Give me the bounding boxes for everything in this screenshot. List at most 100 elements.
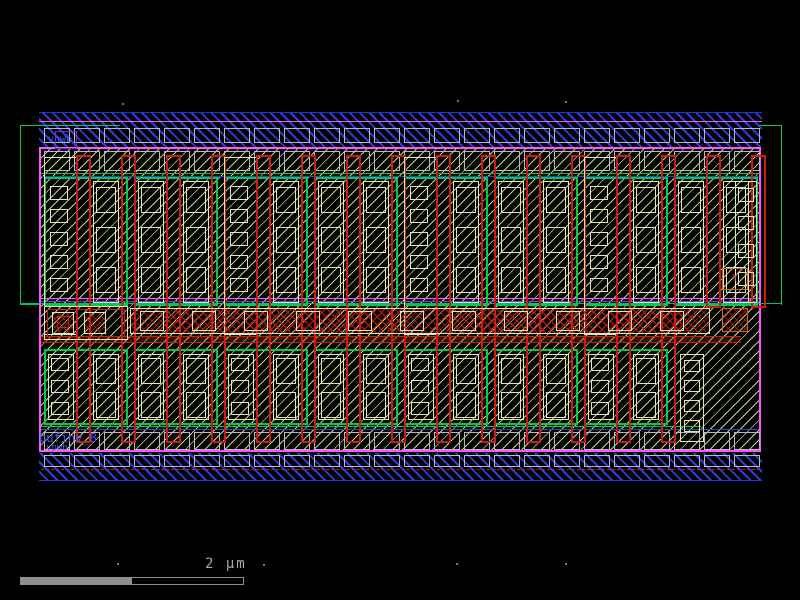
rail-contact-strap (584, 455, 610, 467)
layout-canvas[interactable]: vnwb bufinv_8 vpwb Y 2 µm (0, 0, 800, 600)
contact-via (366, 267, 386, 293)
metal-strap (314, 151, 340, 171)
grid-dot (263, 564, 265, 566)
contact-via (456, 392, 476, 418)
contact-via (276, 267, 296, 293)
contact-via (366, 392, 386, 418)
poly-gate-finger (256, 155, 271, 443)
rail-contact-strap (434, 455, 460, 467)
rail-contact-strap (494, 128, 520, 143)
rail-contact-strap (104, 455, 130, 467)
grid-dot (122, 103, 124, 105)
contact-via (501, 187, 521, 213)
tap-contact (410, 255, 428, 269)
tap-contact (50, 209, 68, 223)
rail-contact-strap (344, 128, 370, 143)
contact-via (186, 227, 206, 253)
mid-via-inner (57, 316, 69, 328)
contact-via (96, 392, 116, 418)
gnd-rail-red-dashed-line (41, 469, 760, 470)
metal-strap (314, 432, 340, 450)
contact-via (276, 227, 296, 253)
contact-via (186, 187, 206, 213)
scale-bar-filled (20, 577, 132, 585)
vdd-rail-magenta-line (39, 121, 762, 122)
metal-strap (704, 432, 730, 450)
scale-bar-label: 2 µm (205, 556, 247, 572)
rail-contact-strap (284, 128, 310, 143)
rail-contact-strap (464, 128, 490, 143)
grid-dot (457, 100, 459, 102)
poly-gate-finger (661, 155, 676, 443)
tap-contact (590, 186, 608, 200)
tap-contact (230, 186, 248, 200)
grid-dot (456, 563, 458, 565)
mid-via (348, 311, 372, 331)
contact-via (186, 358, 206, 384)
rail-contact-strap (734, 128, 760, 143)
contact-via (546, 358, 566, 384)
contact-via (501, 227, 521, 253)
output-port-label: Y (732, 273, 738, 284)
contact-via (96, 187, 116, 213)
tap-contact (738, 244, 754, 258)
contact-via (681, 267, 701, 293)
tap-contact (684, 420, 700, 432)
contact-via (366, 187, 386, 213)
contact-via (366, 358, 386, 384)
contact-via (501, 358, 521, 384)
mid-via (452, 311, 476, 331)
rail-contact-strap (554, 128, 580, 143)
contact-via (366, 227, 386, 253)
rail-contact-strap (524, 455, 550, 467)
contact-via (546, 227, 566, 253)
output-port-via-box (722, 308, 748, 332)
tap-contact (230, 278, 248, 292)
poly-gate-finger (481, 155, 496, 443)
rail-contact-strap (674, 455, 700, 467)
rail-contact-strap (434, 128, 460, 143)
rail-contact-strap (284, 455, 310, 467)
mid-via (140, 311, 164, 331)
rail-contact-strap (674, 128, 700, 143)
tap-contact (50, 255, 68, 269)
mid-via (660, 311, 684, 331)
mid-via (556, 311, 580, 331)
grid-dot (565, 563, 567, 565)
contact-via (546, 392, 566, 418)
contact-via (321, 358, 341, 384)
mid-via (84, 312, 106, 334)
grid-dot (565, 101, 567, 103)
rail-contact-strap (704, 455, 730, 467)
contact-via (321, 227, 341, 253)
contact-via (636, 392, 656, 418)
rail-contact-strap (224, 128, 250, 143)
rail-contact-strap (74, 128, 100, 143)
nwell-outline-top (20, 125, 120, 126)
contact-via (546, 267, 566, 293)
contact-via (276, 187, 296, 213)
rail-contact-strap (164, 128, 190, 143)
tap-contact (590, 232, 608, 246)
mid-via (296, 311, 320, 331)
tap-strap-outline (228, 354, 254, 420)
metal-strap (674, 151, 700, 171)
contact-via (186, 392, 206, 418)
metal-strap (404, 432, 430, 450)
nwell-outline-left (20, 125, 21, 304)
diffusion-edge-line (41, 426, 701, 427)
rail-contact-strap (374, 128, 400, 143)
scale-bar-outline (131, 577, 244, 585)
rail-contact-strap (164, 455, 190, 467)
tap-contact (230, 255, 248, 269)
contact-via (456, 227, 476, 253)
tap-contact (738, 188, 754, 202)
poly-gate-finger (301, 155, 316, 443)
mid-via (244, 311, 268, 331)
rail-contact-strap (524, 128, 550, 143)
rail-contact-strap (614, 455, 640, 467)
contact-via (321, 267, 341, 293)
tap-strap-outline (588, 354, 614, 420)
contact-via (186, 267, 206, 293)
contact-via (456, 267, 476, 293)
